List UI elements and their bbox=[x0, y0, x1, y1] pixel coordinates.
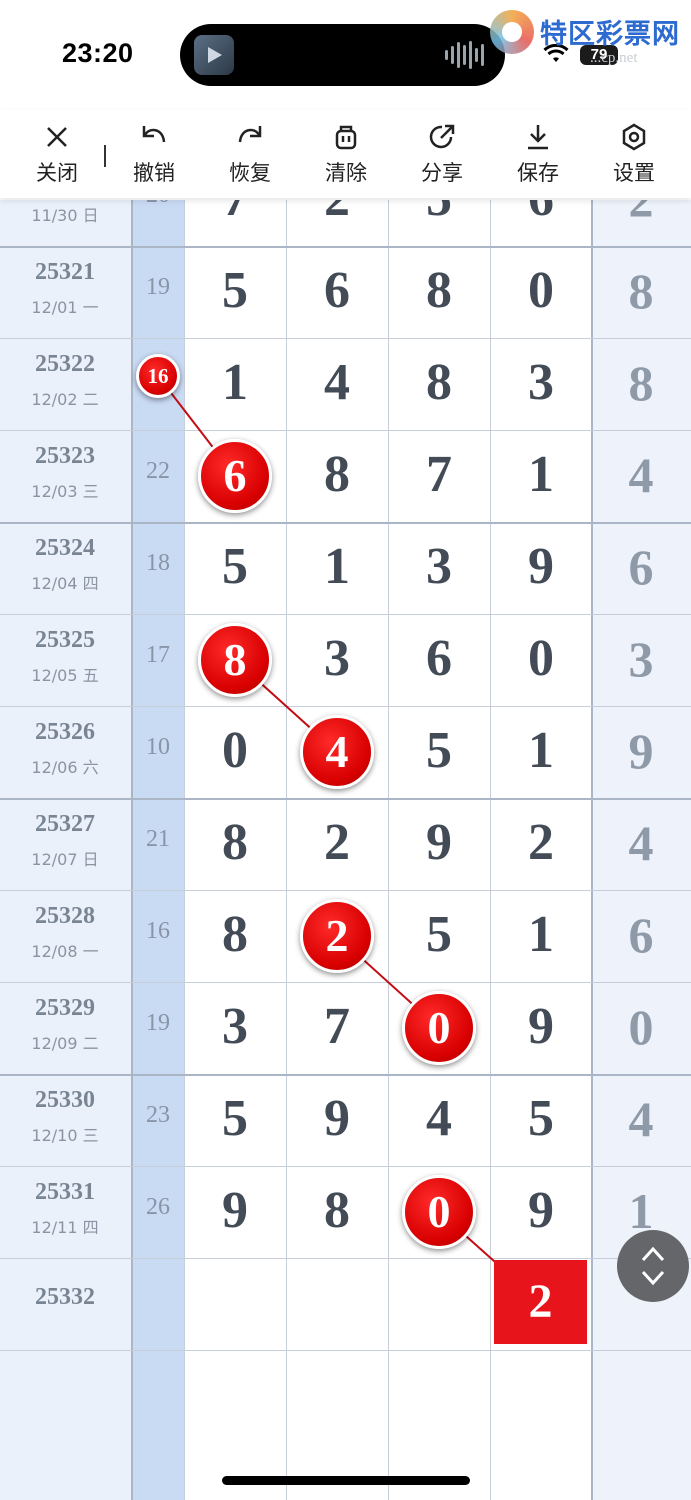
close-button[interactable]: 关闭 bbox=[17, 110, 97, 194]
audio-wave-icon bbox=[445, 41, 487, 69]
home-indicator bbox=[222, 1476, 470, 1485]
digit-marker-ball[interactable]: 0 bbox=[402, 1175, 476, 1249]
watermark-logo-icon bbox=[490, 10, 534, 54]
digit-marker-ball[interactable]: 0 bbox=[402, 991, 476, 1065]
digit-marker-ball[interactable]: 4 bbox=[300, 715, 374, 789]
site-watermark: 特区彩票网 ...cp.net bbox=[490, 10, 690, 70]
watermark-url: ...cp.net bbox=[590, 50, 638, 66]
clear-button[interactable]: 清除 bbox=[306, 110, 386, 194]
watermark-text: 特区彩票网 bbox=[540, 19, 680, 50]
digit-marker-ball[interactable]: 2 bbox=[300, 899, 374, 973]
undo-label: 撤销 bbox=[133, 161, 175, 185]
download-icon bbox=[528, 125, 548, 150]
trend-lines bbox=[157, 375, 541, 1303]
share-button[interactable]: 分享 bbox=[402, 110, 482, 194]
digit-marker-ball[interactable]: 8 bbox=[198, 623, 272, 697]
settings-icon bbox=[622, 123, 646, 151]
toolbar: 关闭 撤销 恢复 清除 分享 保存 设置 bbox=[0, 110, 691, 198]
status-bar: 23:20 79 特区彩票网 ...cp.net bbox=[0, 0, 691, 100]
save-button[interactable]: 保存 bbox=[498, 110, 578, 194]
trend-chart-grid: 11/30 日 20 7 2 5 6 2 2532112/01 一1956808… bbox=[0, 200, 691, 1500]
media-thumbnail-icon bbox=[194, 35, 234, 75]
close-icon bbox=[47, 127, 67, 147]
prediction-marker[interactable]: 2 bbox=[494, 1260, 587, 1344]
save-label: 保存 bbox=[517, 161, 559, 185]
dynamic-island[interactable] bbox=[180, 24, 505, 86]
close-label: 关闭 bbox=[36, 161, 78, 185]
expand-collapse-icon bbox=[641, 1246, 665, 1286]
redo-icon bbox=[238, 126, 262, 143]
settings-label: 设置 bbox=[613, 161, 655, 185]
undo-button[interactable]: 撤销 bbox=[114, 110, 194, 194]
share-label: 分享 bbox=[421, 161, 463, 185]
digit-marker-ball[interactable]: 6 bbox=[198, 439, 272, 513]
toolbar-divider bbox=[104, 145, 106, 167]
sum-marker-ball[interactable]: 16 bbox=[136, 354, 180, 398]
undo-icon bbox=[142, 126, 166, 143]
redo-button[interactable]: 恢复 bbox=[210, 110, 290, 194]
share-icon bbox=[429, 124, 455, 149]
status-time: 23:20 bbox=[62, 38, 134, 68]
clear-label: 清除 bbox=[325, 161, 367, 185]
trash-icon bbox=[335, 125, 357, 150]
scroll-toggle-button[interactable] bbox=[617, 1230, 689, 1302]
redo-label: 恢复 bbox=[229, 161, 271, 185]
settings-button[interactable]: 设置 bbox=[594, 110, 674, 194]
